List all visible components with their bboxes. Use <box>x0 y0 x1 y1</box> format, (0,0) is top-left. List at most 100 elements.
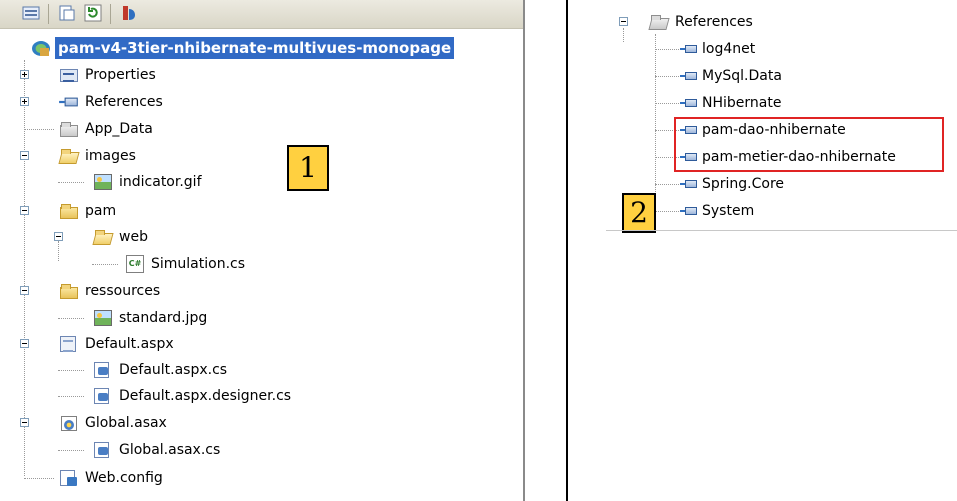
tree-item-global-asax[interactable]: Global.asax <box>60 411 169 435</box>
tree-item-global-asax-cs[interactable]: Global.asax.cs <box>94 438 222 462</box>
reference-icon <box>680 67 698 85</box>
tree-item-label: web <box>119 229 148 245</box>
toolbar-separator <box>48 4 49 24</box>
tree-line <box>58 318 84 319</box>
tree-item-label: References <box>675 14 753 30</box>
tree-item-simulation-cs[interactable]: Simulation.cs <box>126 252 247 276</box>
properties-folder-icon <box>60 66 78 84</box>
collapse-toggle[interactable] <box>619 17 628 26</box>
collapse-toggle[interactable] <box>20 418 29 427</box>
tree-line <box>655 211 679 212</box>
tree-line <box>58 241 59 261</box>
tree-item-label: App_Data <box>85 121 153 137</box>
reference-icon <box>680 202 698 220</box>
tree-item-label: Global.asax.cs <box>119 442 221 458</box>
tree-item-label: standard.jpg <box>119 310 208 326</box>
tree-item-references[interactable]: References <box>59 90 165 114</box>
tree-item-label: images <box>85 148 136 164</box>
collapse-toggle[interactable] <box>20 339 29 348</box>
project-name: pam-v4-3tier-nhibernate-multivues-monopa… <box>55 37 455 59</box>
tree-item-label: References <box>85 94 163 110</box>
code-file-icon <box>94 387 112 405</box>
reference-log4net[interactable]: log4net <box>680 37 757 61</box>
tree-item-label: System <box>702 203 755 219</box>
csharp-file-icon <box>126 255 144 273</box>
class-diagram-icon[interactable] <box>120 4 138 22</box>
show-all-files-icon[interactable] <box>58 4 76 22</box>
tree-item-ressources[interactable]: ressources <box>60 279 162 303</box>
expand-toggle[interactable] <box>20 97 29 106</box>
tree-line <box>58 396 84 397</box>
panel-divider <box>566 0 568 501</box>
references-folder-node[interactable]: References <box>650 10 755 34</box>
tree-line <box>24 60 25 476</box>
collapse-toggle[interactable] <box>54 232 63 241</box>
reference-icon <box>680 40 698 58</box>
tree-line <box>58 370 84 371</box>
callout-1: 1 <box>287 145 329 191</box>
aspx-file-icon <box>60 335 78 353</box>
reference-mysql-data[interactable]: MySql.Data <box>680 64 784 88</box>
tree-item-label: pam <box>85 203 117 219</box>
tree-line <box>655 103 679 104</box>
tree-item-label: ressources <box>85 283 161 299</box>
expand-toggle[interactable] <box>20 70 29 79</box>
reference-nhibernate[interactable]: NHibernate <box>680 91 783 115</box>
tree-item-label: Web.config <box>85 470 163 486</box>
tree-item-label: Default.aspx.cs <box>119 362 228 378</box>
asax-file-icon <box>60 414 78 432</box>
tree-line <box>655 34 656 212</box>
reference-icon <box>680 94 698 112</box>
image-file-icon <box>94 173 112 191</box>
callout-2: 2 <box>622 193 656 233</box>
folder-open-icon <box>60 147 78 165</box>
references-icon <box>59 92 79 112</box>
tree-item-label: NHibernate <box>702 95 782 111</box>
collapse-toggle[interactable] <box>20 151 29 160</box>
tree-line <box>655 184 679 185</box>
folder-icon <box>60 202 78 220</box>
collapse-toggle[interactable] <box>20 206 29 215</box>
tree-item-label: Spring.Core <box>702 176 785 192</box>
tree-item-label: Properties <box>85 67 156 83</box>
solution-project-node[interactable]: pam-v4-3tier-nhibernate-multivues-monopa… <box>32 36 455 60</box>
tree-item-label: Default.aspx <box>85 336 174 352</box>
tree-line <box>24 129 54 130</box>
folder-icon <box>60 120 78 138</box>
tree-item-default-aspx-designer-cs[interactable]: Default.aspx.designer.cs <box>94 384 293 408</box>
tree-item-label: Simulation.cs <box>151 256 246 272</box>
tree-line <box>58 182 84 183</box>
toolbar-separator <box>110 4 111 24</box>
tree-item-images[interactable]: images <box>60 144 138 168</box>
tree-item-standard-jpg[interactable]: standard.jpg <box>94 306 209 330</box>
reference-spring-core[interactable]: Spring.Core <box>680 172 786 196</box>
panel-border <box>523 0 525 501</box>
tree-line <box>623 28 624 42</box>
tree-item-label: indicator.gif <box>119 174 202 190</box>
properties-icon[interactable] <box>22 4 40 22</box>
tree-item-label: log4net <box>702 41 756 57</box>
tree-item-label: Default.aspx.designer.cs <box>119 388 292 404</box>
references-folder-icon <box>650 13 668 31</box>
tree-line <box>655 76 679 77</box>
tree-line <box>92 264 118 265</box>
refresh-icon[interactable] <box>84 4 102 22</box>
tree-item-properties[interactable]: Properties <box>60 63 158 87</box>
tree-item-label: Global.asax <box>85 415 167 431</box>
web-project-icon <box>32 39 50 57</box>
tree-line <box>58 450 84 451</box>
tree-item-label: MySql.Data <box>702 68 782 84</box>
config-file-icon <box>60 469 78 487</box>
code-file-icon <box>94 441 112 459</box>
folder-open-icon <box>94 228 112 246</box>
tree-item-app-data[interactable]: App_Data <box>60 117 155 141</box>
reference-system[interactable]: System <box>680 199 756 223</box>
tree-item-web-config[interactable]: Web.config <box>60 466 165 490</box>
tree-item-indicator-gif[interactable]: indicator.gif <box>94 170 204 194</box>
tree-item-web[interactable]: web <box>94 225 150 249</box>
tree-item-default-aspx[interactable]: Default.aspx <box>60 332 176 356</box>
reference-icon <box>680 175 698 193</box>
collapse-toggle[interactable] <box>20 286 29 295</box>
tree-item-default-aspx-cs[interactable]: Default.aspx.cs <box>94 358 229 382</box>
tree-item-pam[interactable]: pam <box>60 199 118 223</box>
